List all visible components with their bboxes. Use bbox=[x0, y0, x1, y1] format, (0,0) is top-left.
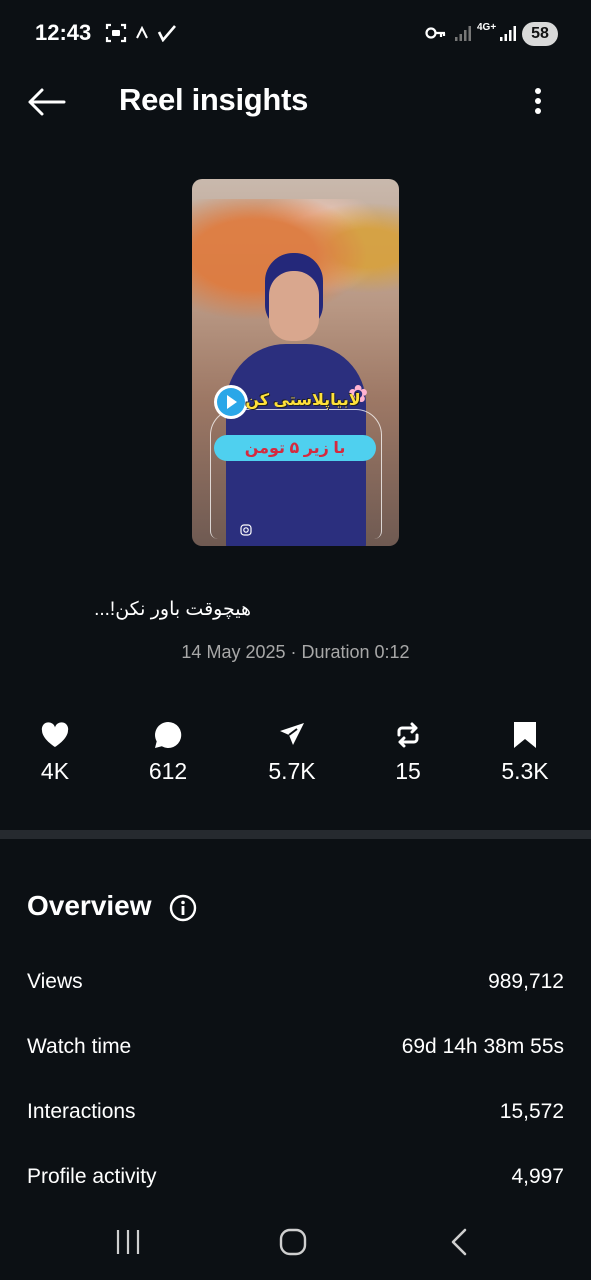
overview-row-label: Interactions bbox=[27, 1100, 136, 1123]
stat-likes[interactable]: 4K bbox=[10, 718, 100, 785]
thumbnail-text-pill: با زیر ۵ تومن bbox=[214, 435, 376, 461]
home-icon bbox=[279, 1228, 307, 1256]
reel-thumbnail[interactable]: ✿ لابیاپلاستی کن با زیر ۵ تومن bbox=[192, 179, 399, 546]
stat-value: 5.7K bbox=[268, 758, 316, 784]
arrow-left-icon bbox=[28, 88, 66, 116]
thumbnail-frame bbox=[210, 409, 382, 539]
stat-saves[interactable]: 5.3K bbox=[480, 718, 570, 785]
overview-title: Overview bbox=[27, 890, 152, 921]
repost-icon bbox=[397, 722, 419, 748]
battery-level: 58 bbox=[522, 22, 558, 46]
stat-comments[interactable]: 612 bbox=[123, 718, 213, 785]
instagram-icon bbox=[240, 523, 252, 541]
reel-caption: هیچوقت باور نکن!... bbox=[94, 599, 251, 620]
check-icon bbox=[156, 22, 178, 44]
home-button[interactable] bbox=[268, 1222, 318, 1262]
share-icon bbox=[280, 723, 304, 745]
signal-icon bbox=[453, 22, 473, 44]
heart-icon bbox=[41, 722, 69, 747]
thumbnail-person-head bbox=[269, 271, 319, 341]
status-time: 12:43 bbox=[35, 20, 92, 45]
stat-value: 4K bbox=[40, 758, 70, 784]
section-divider bbox=[0, 830, 591, 839]
signal-icon bbox=[498, 22, 518, 44]
overview-row-value: 989,712 bbox=[488, 970, 564, 993]
recent-apps-icon bbox=[116, 1230, 140, 1254]
vpn-key-icon bbox=[424, 22, 448, 44]
comment-icon bbox=[155, 721, 182, 748]
thumbnail-text-top: لابیاپلاستی کن bbox=[245, 392, 361, 409]
overview-row-value: 4,997 bbox=[511, 1165, 564, 1188]
reel-meta: 14 May 2025 · Duration 0:12 bbox=[181, 642, 410, 662]
network-type: 4G+ bbox=[477, 22, 497, 33]
stat-reposts[interactable]: 15 bbox=[363, 718, 453, 785]
screenshot-icon bbox=[104, 22, 128, 44]
overview-row-label: Watch time bbox=[27, 1035, 132, 1058]
back-icon bbox=[451, 1228, 467, 1256]
more-options-button[interactable] bbox=[522, 80, 554, 122]
stat-value: 612 bbox=[148, 758, 188, 784]
stat-shares[interactable]: 5.7K bbox=[247, 718, 337, 785]
page-title: Reel insights bbox=[119, 82, 309, 117]
stat-value: 15 bbox=[395, 758, 421, 784]
chevron-up-icon bbox=[134, 22, 150, 44]
overview-row-label: Views bbox=[27, 970, 83, 993]
back-button[interactable] bbox=[22, 80, 70, 124]
overview-row-value: 69d 14h 38m 55s bbox=[401, 1035, 564, 1058]
more-vertical-icon bbox=[535, 88, 541, 114]
info-icon[interactable] bbox=[169, 894, 197, 922]
stat-value: 5.3K bbox=[501, 758, 549, 784]
nav-back-button[interactable] bbox=[434, 1222, 484, 1262]
recent-apps-button[interactable] bbox=[103, 1222, 153, 1262]
bookmark-icon bbox=[514, 722, 536, 748]
overview-row-label: Profile activity bbox=[27, 1165, 157, 1188]
overview-row-value: 15,572 bbox=[499, 1100, 564, 1123]
